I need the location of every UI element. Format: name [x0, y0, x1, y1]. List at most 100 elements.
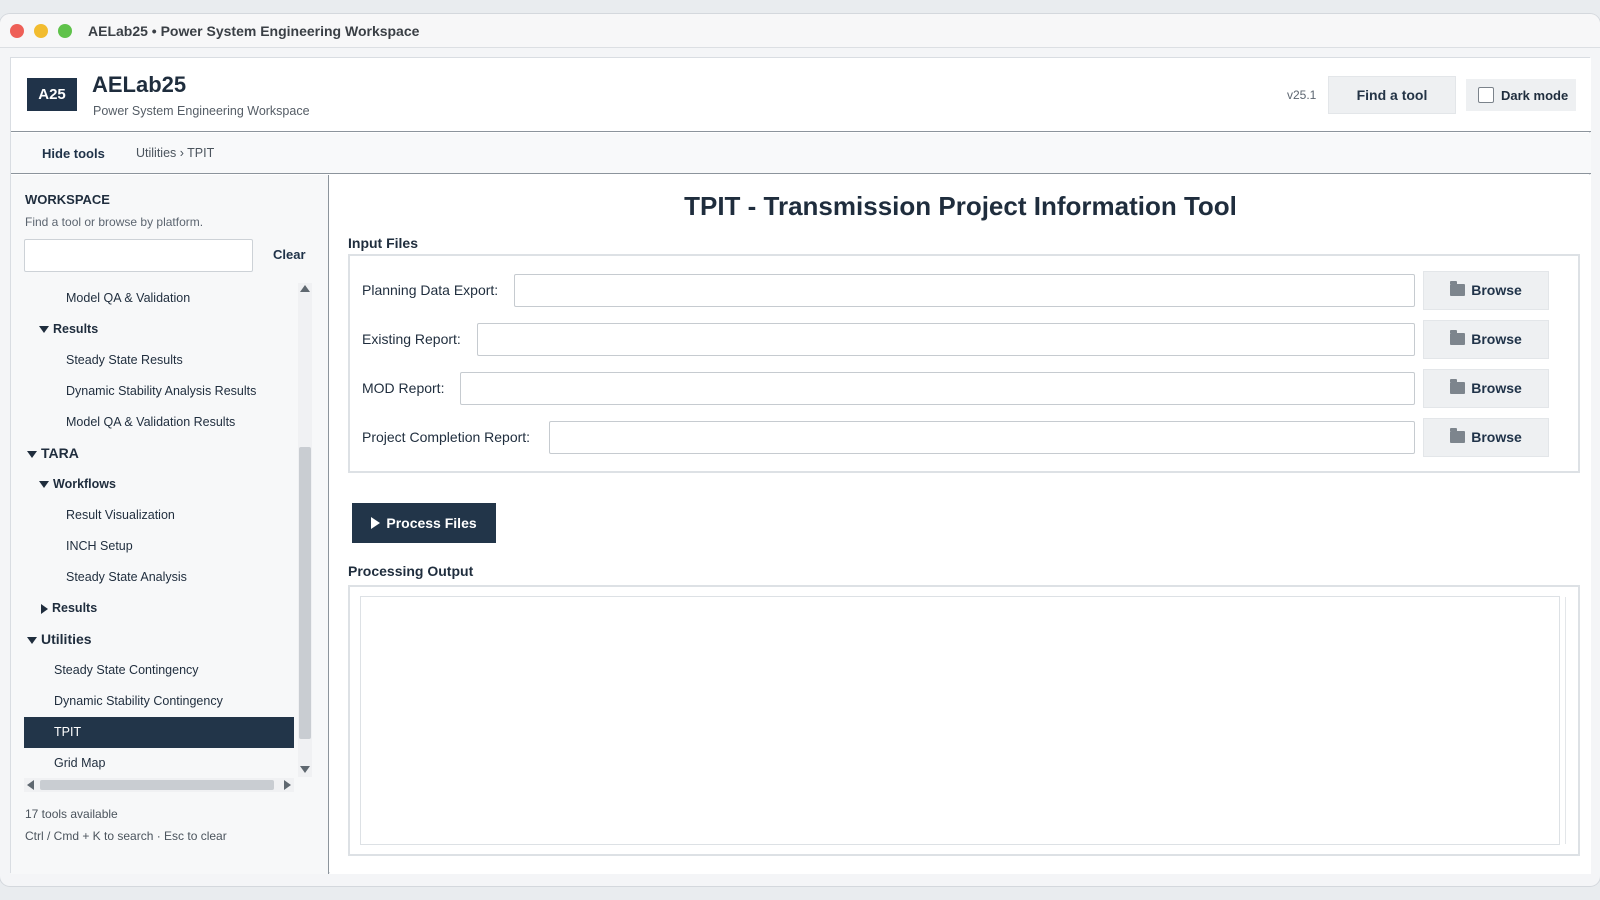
collapse-triangle-icon[interactable] [39, 326, 49, 334]
page-title: TPIT - Transmission Project Information … [684, 191, 1237, 221]
dark-mode-checkbox[interactable] [1478, 87, 1494, 103]
close-window-button[interactable] [10, 24, 24, 38]
existing-report-label: Existing Report: [362, 331, 461, 347]
tree-item-label: Grid Map [54, 756, 106, 770]
workspace-title: WORKSPACE [25, 192, 110, 207]
tree-item-steady-state-analysis[interactable]: Steady State Analysis [24, 562, 294, 593]
collapse-triangle-icon[interactable] [27, 450, 37, 458]
window-titlebar: AELab25 • Power System Engineering Works… [0, 14, 1600, 48]
version-label: v25.1 [1287, 88, 1317, 102]
tree-item-label: Result Visualization [66, 508, 175, 522]
toolbar: Hide tools Utilities › TPIT [11, 133, 1591, 174]
planning-data-export-label: Planning Data Export: [362, 282, 499, 298]
app-container: A25 AELab25 Power System Engineering Wor… [10, 57, 1591, 874]
clear-search-button[interactable]: Clear [273, 247, 306, 262]
tree-item-label: Dynamic Stability Contingency [54, 694, 223, 708]
folder-icon [1450, 428, 1466, 443]
collapse-triangle-icon[interactable] [27, 636, 37, 644]
dark-mode-toggle[interactable]: Dark mode [1466, 79, 1576, 111]
app-subtitle: Power System Engineering Workspace [93, 104, 310, 118]
app-name: AELab25 [92, 72, 187, 97]
mod-report-input[interactable] [460, 372, 1415, 405]
browse-label: Browse [1471, 331, 1522, 347]
processing-output-label: Processing Output [348, 563, 474, 579]
tree-group-tara-results[interactable]: Results [24, 593, 294, 624]
tree-item-label: Results [53, 322, 99, 336]
scroll-down-arrow-icon[interactable] [300, 766, 310, 773]
browse-label: Browse [1471, 429, 1522, 445]
app-logo: A25 [27, 78, 77, 111]
processing-output-textarea[interactable] [360, 596, 1560, 845]
scroll-up-arrow-icon[interactable] [300, 285, 310, 292]
tool-tree: Model QA & Validation Results Steady Sta… [24, 283, 294, 775]
process-files-label: Process Files [386, 515, 477, 531]
tree-vertical-scrollbar[interactable] [298, 283, 312, 777]
tree-item-label: Steady State Contingency [54, 663, 199, 677]
tree-group-results[interactable]: Results [24, 314, 294, 345]
minimize-window-button[interactable] [34, 24, 48, 38]
shortcut-hint: Ctrl / Cmd + K to search · Esc to clear [25, 829, 227, 843]
browse-planning-data-button[interactable]: Browse [1423, 271, 1549, 310]
scrollbar-thumb[interactable] [299, 447, 311, 739]
tree-item-label: Dynamic Stability Analysis Results [66, 384, 257, 398]
folder-icon [1450, 379, 1466, 394]
project-completion-report-label: Project Completion Report: [362, 429, 531, 445]
folder-icon [1450, 281, 1466, 296]
project-completion-report-input[interactable] [549, 421, 1415, 454]
tool-search-input[interactable] [24, 239, 253, 272]
sidebar: WORKSPACE Find a tool or browse by platf… [11, 175, 329, 874]
zoom-window-button[interactable] [58, 24, 72, 38]
scroll-right-arrow-icon[interactable] [284, 780, 291, 790]
find-tool-button[interactable]: Find a tool [1328, 76, 1456, 114]
tree-item-label: Results [52, 601, 98, 615]
tree-group-tara[interactable]: TARA [24, 438, 294, 469]
tree-item-label: TARA [41, 445, 79, 461]
collapse-triangle-icon[interactable] [39, 481, 49, 489]
tree-item-grid-map[interactable]: Grid Map [24, 748, 294, 775]
tree-item-model-qa-validation-results[interactable]: Model QA & Validation Results [24, 407, 294, 438]
workspace-subtitle: Find a tool or browse by platform. [25, 215, 204, 229]
expand-triangle-icon[interactable] [41, 603, 48, 614]
mod-report-label: MOD Report: [362, 380, 445, 396]
tree-item-label: Utilities [41, 631, 92, 647]
tree-item-tpit[interactable]: TPIT [24, 717, 294, 748]
tree-horizontal-scrollbar[interactable] [24, 778, 294, 792]
browse-label: Browse [1471, 380, 1522, 396]
tree-item-steady-state-contingency[interactable]: Steady State Contingency [24, 655, 294, 686]
tree-item-label: Workflows [53, 477, 116, 491]
main-content: TPIT - Transmission Project Information … [330, 175, 1591, 874]
tree-item-label: INCH Setup [66, 539, 133, 553]
tree-item-steady-state-results[interactable]: Steady State Results [24, 345, 294, 376]
planning-data-export-input[interactable] [514, 274, 1415, 307]
process-files-button[interactable]: Process Files [352, 503, 496, 543]
tools-count: 17 tools available [25, 807, 118, 821]
tree-item-result-visualization[interactable]: Result Visualization [24, 500, 294, 531]
input-files-panel: Planning Data Export: Browse Existing Re… [348, 254, 1580, 473]
tree-group-utilities[interactable]: Utilities [24, 624, 294, 655]
folder-icon [1450, 330, 1466, 345]
scrollbar-thumb[interactable] [40, 780, 274, 790]
dark-mode-label: Dark mode [1501, 88, 1569, 103]
tree-item-dynamic-stability-results[interactable]: Dynamic Stability Analysis Results [24, 376, 294, 407]
tree-item-label: Steady State Analysis [66, 570, 187, 584]
browse-label: Browse [1471, 282, 1522, 298]
tree-item-model-qa-validation[interactable]: Model QA & Validation [24, 283, 294, 314]
tree-item-inch-setup[interactable]: INCH Setup [24, 531, 294, 562]
existing-report-input[interactable] [477, 323, 1415, 356]
processing-output-panel [348, 585, 1580, 856]
tree-item-label: Model QA & Validation Results [66, 415, 236, 429]
window-title: AELab25 • Power System Engineering Works… [88, 23, 420, 39]
tree-item-label: Model QA & Validation [66, 291, 191, 305]
hide-tools-button[interactable]: Hide tools [42, 146, 105, 161]
play-icon [371, 517, 381, 529]
browse-project-completion-button[interactable]: Browse [1423, 418, 1549, 457]
input-files-label: Input Files [348, 235, 418, 251]
browse-mod-report-button[interactable]: Browse [1423, 369, 1549, 408]
tree-item-label: Steady State Results [66, 353, 183, 367]
tree-item-dynamic-stability-contingency[interactable]: Dynamic Stability Contingency [24, 686, 294, 717]
browse-existing-report-button[interactable]: Browse [1423, 320, 1549, 359]
scroll-left-arrow-icon[interactable] [27, 780, 34, 790]
output-scrollbar[interactable] [1565, 597, 1566, 844]
tree-group-workflows[interactable]: Workflows [24, 469, 294, 500]
tree-item-label: TPIT [54, 725, 82, 739]
